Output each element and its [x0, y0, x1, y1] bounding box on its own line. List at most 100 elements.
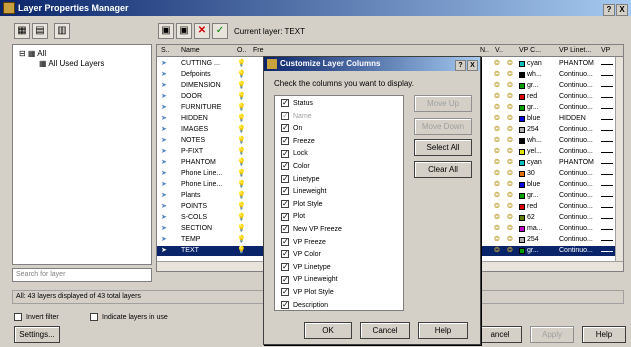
column-option[interactable]: ✓ Status — [281, 98, 313, 110]
color-swatch[interactable] — [519, 83, 525, 89]
on-bulb-icon[interactable]: 💡 — [237, 125, 246, 135]
new-vp-freeze-icon[interactable]: ❂ — [494, 70, 500, 80]
settings-button[interactable]: Settings... — [14, 326, 60, 343]
column-option[interactable]: ✓ Linetype — [281, 174, 319, 186]
column-option[interactable]: ✓ New VP Freeze — [281, 224, 342, 236]
new-vp-freeze-icon[interactable]: ❂ — [494, 147, 500, 157]
on-bulb-icon[interactable]: 💡 — [237, 169, 246, 179]
lineweight-sample[interactable] — [601, 108, 613, 109]
new-filter-icon[interactable]: ▦ — [14, 23, 30, 39]
layer-linetype[interactable]: PHANTOM — [559, 59, 594, 69]
layer-linetype[interactable]: Continuo... — [559, 70, 593, 80]
new-vp-freeze-icon[interactable]: ❂ — [494, 125, 500, 135]
checkbox-check-icon[interactable]: ✓ — [281, 162, 289, 171]
checkbox-check-icon[interactable]: ✓ — [281, 275, 289, 284]
new-vp-freeze-icon[interactable]: ❂ — [494, 59, 500, 69]
help-title-button[interactable]: ? — [603, 4, 615, 16]
vp-freeze-icon[interactable]: ❂ — [507, 169, 513, 179]
lineweight-sample[interactable] — [601, 240, 613, 241]
indicate-layers-checkbox[interactable]: Indicate layers in use — [90, 313, 168, 321]
lineweight-sample[interactable] — [601, 185, 613, 186]
layer-linetype[interactable]: Continuo... — [559, 191, 593, 201]
layer-linetype[interactable]: Continuo... — [559, 213, 593, 223]
layer-linetype[interactable]: Continuo... — [559, 136, 593, 146]
move-down-button[interactable]: Move Down — [414, 118, 472, 135]
checkbox-check-icon[interactable]: ✓ — [281, 199, 289, 208]
vp-freeze-icon[interactable]: ❂ — [507, 103, 513, 113]
new-vp-freeze-icon[interactable]: ❂ — [494, 246, 500, 256]
lineweight-sample[interactable] — [601, 86, 613, 87]
new-vp-freeze-icon[interactable]: ❂ — [494, 224, 500, 234]
column-option[interactable]: ✓ On — [281, 123, 302, 135]
dialog-cancel-button[interactable]: Cancel — [360, 322, 410, 339]
on-bulb-icon[interactable]: 💡 — [237, 213, 246, 223]
on-bulb-icon[interactable]: 💡 — [237, 224, 246, 234]
color-swatch[interactable] — [519, 193, 525, 199]
checkbox-check-icon[interactable]: ✓ — [281, 136, 289, 145]
vp-freeze-icon[interactable]: ❂ — [507, 81, 513, 91]
vp-freeze-icon[interactable]: ❂ — [507, 191, 513, 201]
help-button-main[interactable]: Help — [582, 326, 626, 343]
checkbox-check-icon[interactable]: ✓ — [281, 174, 289, 183]
checkbox-check-icon[interactable]: ✓ — [281, 187, 289, 196]
on-bulb-icon[interactable]: 💡 — [237, 92, 246, 102]
vp-freeze-icon[interactable]: ❂ — [507, 213, 513, 223]
column-option[interactable]: ✓ VP Lineweight — [281, 274, 338, 286]
lineweight-sample[interactable] — [601, 64, 613, 65]
lineweight-sample[interactable] — [601, 75, 613, 76]
column-option[interactable]: ✓ Lineweight — [281, 186, 326, 198]
checkbox-check-icon[interactable]: ✓ — [281, 149, 289, 158]
column-option[interactable]: ✓ VP Linetype — [281, 262, 331, 274]
vp-freeze-icon[interactable]: ❂ — [507, 180, 513, 190]
column-option[interactable]: ✓ Freeze — [281, 136, 315, 148]
layer-linetype[interactable]: Continuo... — [559, 92, 593, 102]
column-option[interactable]: ✓ VP Freeze — [281, 237, 326, 249]
color-swatch[interactable] — [519, 149, 525, 155]
color-swatch[interactable] — [519, 72, 525, 78]
column-option[interactable]: ✓ Plot Style — [281, 199, 323, 211]
tree-node-all-used[interactable]: ▦ All Used Layers — [39, 59, 104, 68]
new-vp-freeze-icon[interactable]: ❂ — [494, 169, 500, 179]
lineweight-sample[interactable] — [601, 163, 613, 164]
checkbox-check-icon[interactable]: ✓ — [281, 124, 289, 133]
column-option[interactable]: ✓ Plot — [281, 211, 305, 223]
col-header-vp-lineweight[interactable]: VP — [601, 47, 610, 54]
color-swatch[interactable] — [519, 171, 525, 177]
col-header-vp-linetype[interactable]: VP Linet... — [559, 47, 591, 54]
column-checklist[interactable]: ✓ Status ✓ Name ✓ On ✓ Freeze ✓ Lock ✓ Color ✓ Linety… — [274, 95, 404, 311]
checkbox-check-icon[interactable]: ✓ — [281, 99, 289, 108]
on-bulb-icon[interactable]: 💡 — [237, 158, 246, 168]
new-layer-icon[interactable]: ▣ — [158, 23, 174, 39]
layer-linetype[interactable]: Continuo... — [559, 246, 593, 256]
lineweight-sample[interactable] — [601, 97, 613, 98]
vp-freeze-icon[interactable]: ❂ — [507, 224, 513, 234]
vp-freeze-icon[interactable]: ❂ — [507, 114, 513, 124]
on-bulb-icon[interactable]: 💡 — [237, 70, 246, 80]
checkbox-check-icon[interactable]: ✓ — [281, 111, 289, 120]
new-vp-freeze-icon[interactable]: ❂ — [494, 191, 500, 201]
column-option[interactable]: ✓ Lock — [281, 148, 308, 160]
on-bulb-icon[interactable]: 💡 — [237, 147, 246, 157]
new-vp-layer-icon[interactable]: ▣ — [176, 23, 192, 39]
vp-freeze-icon[interactable]: ❂ — [507, 235, 513, 245]
on-bulb-icon[interactable]: 💡 — [237, 59, 246, 69]
lineweight-sample[interactable] — [601, 119, 613, 120]
layer-linetype[interactable]: Continuo... — [559, 125, 593, 135]
col-header-status[interactable]: S.. — [161, 47, 170, 54]
ok-button[interactable]: OK — [304, 322, 352, 339]
color-swatch[interactable] — [519, 226, 525, 232]
dialog-help-button[interactable]: ? — [455, 60, 466, 71]
new-group-filter-icon[interactable]: ▤ — [32, 23, 48, 39]
on-bulb-icon[interactable]: 💡 — [237, 246, 246, 256]
lineweight-sample[interactable] — [601, 229, 613, 230]
col-header-on[interactable]: O.. — [237, 47, 246, 54]
color-swatch[interactable] — [519, 248, 525, 254]
color-swatch[interactable] — [519, 204, 525, 210]
color-swatch[interactable] — [519, 138, 525, 144]
layer-linetype[interactable]: Continuo... — [559, 202, 593, 212]
dialog-close-button[interactable]: X — [467, 60, 478, 71]
layer-linetype[interactable]: PHANTOM — [559, 158, 594, 168]
vp-freeze-icon[interactable]: ❂ — [507, 125, 513, 135]
column-option[interactable]: ✓ Color — [281, 161, 310, 173]
checkbox-check-icon[interactable]: ✓ — [281, 250, 289, 259]
